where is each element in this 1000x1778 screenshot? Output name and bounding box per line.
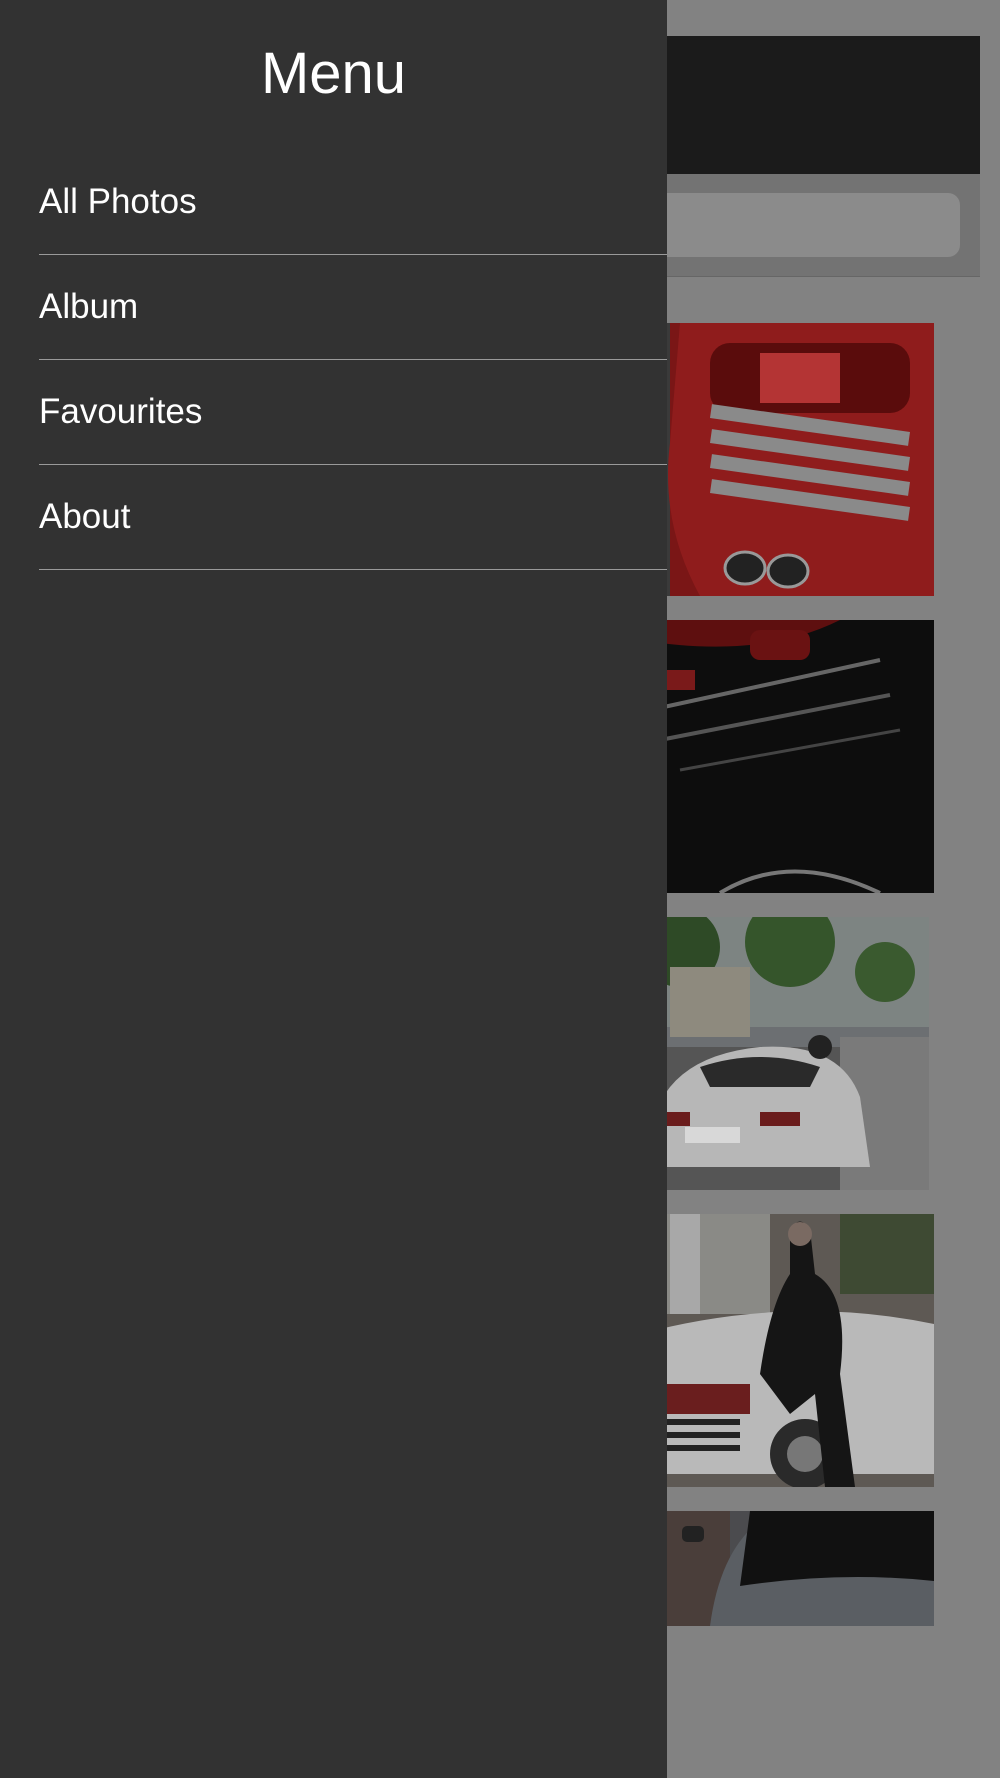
- menu-item-label: Album: [39, 287, 139, 326]
- photo-thumbnail[interactable]: [640, 620, 934, 893]
- menu-title: Menu: [260, 41, 407, 106]
- side-drawer: Menu All Photos Album Favourites About: [0, 0, 667, 1778]
- photo-thumbnail[interactable]: [640, 1214, 934, 1487]
- menu-item-about[interactable]: About: [39, 465, 667, 570]
- menu-item-label: About: [39, 497, 131, 536]
- photo-thumbnail[interactable]: [640, 323, 934, 596]
- menu-item-all-photos[interactable]: All Photos: [39, 150, 667, 255]
- menu-item-favourites[interactable]: Favourites: [39, 360, 667, 465]
- background-search-input: [640, 193, 960, 257]
- photo-thumbnail[interactable]: [640, 917, 929, 1190]
- menu-list: All Photos Album Favourites About: [39, 150, 667, 570]
- menu-item-album[interactable]: Album: [39, 255, 667, 360]
- menu-item-label: Favourites: [39, 392, 203, 431]
- menu-item-label: All Photos: [39, 182, 197, 221]
- photo-thumbnail[interactable]: [640, 1511, 934, 1626]
